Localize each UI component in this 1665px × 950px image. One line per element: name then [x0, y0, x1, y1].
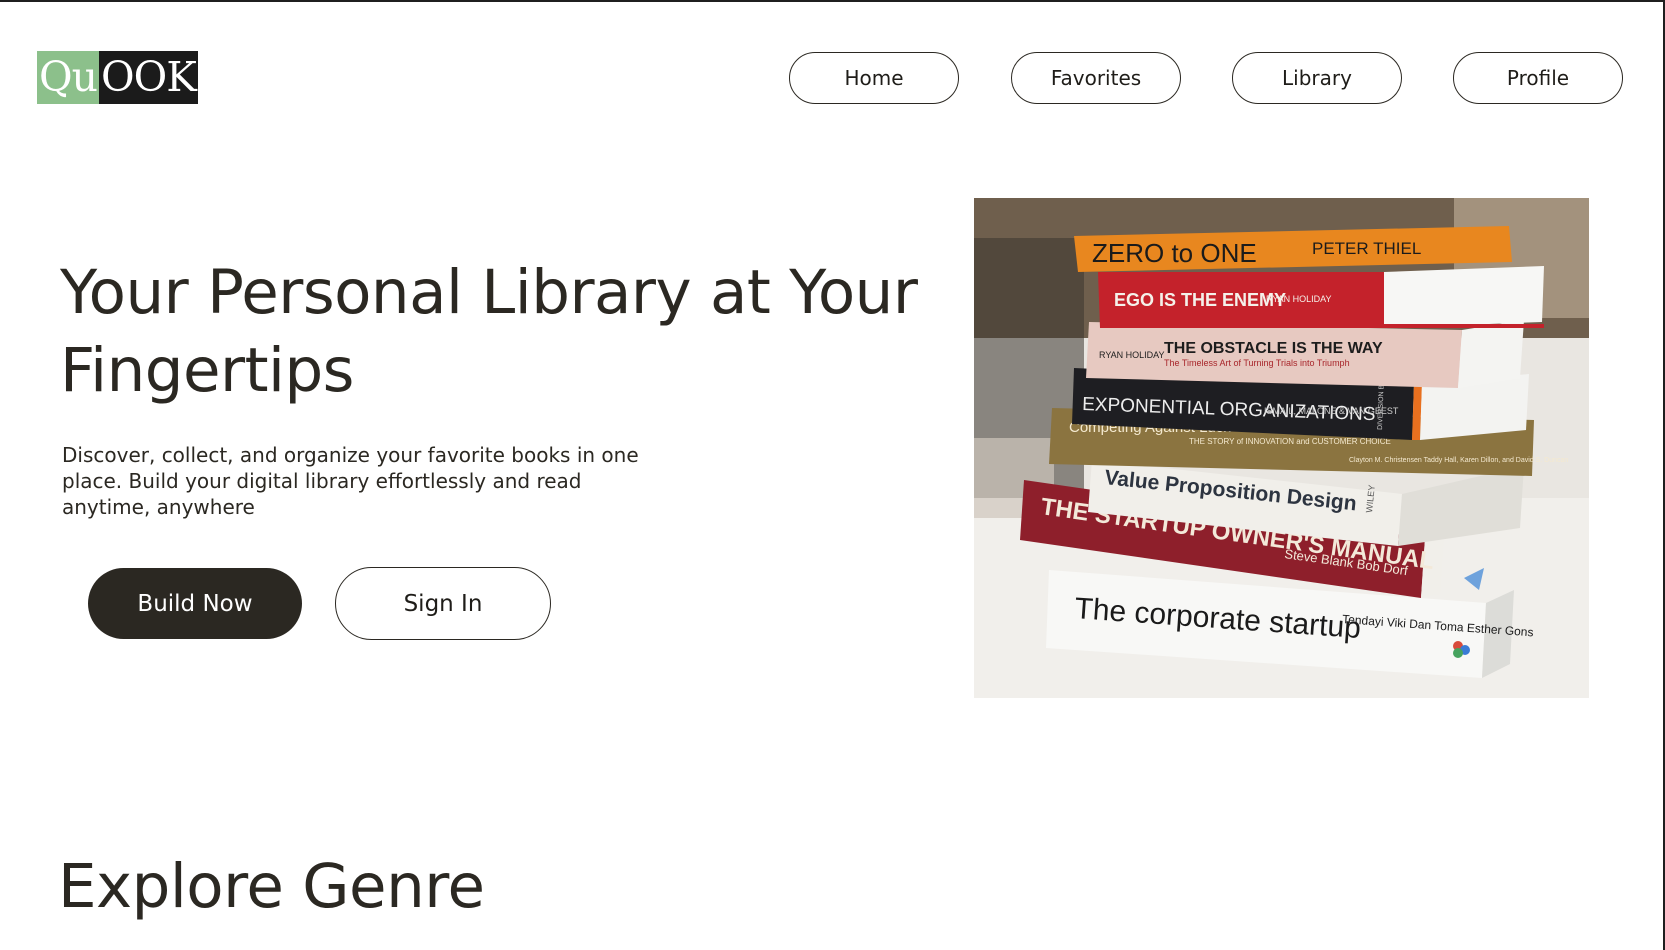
sign-in-button[interactable]: Sign In: [335, 567, 551, 640]
nav-profile-button[interactable]: Profile: [1453, 52, 1623, 104]
brand-logo[interactable]: Qu OOK: [37, 51, 198, 104]
book-1-author: PETER THIEL: [1312, 239, 1421, 258]
build-now-button[interactable]: Build Now: [88, 568, 302, 639]
book-5-subtitle: THE STORY of INNOVATION and CUSTOMER CHO…: [1189, 437, 1391, 446]
book-3-author: RYAN HOLIDAY: [1099, 350, 1165, 360]
nav-favorites-button[interactable]: Favorites: [1011, 52, 1181, 104]
book-5-author: Clayton M. Christensen Taddy Hall, Karen…: [1349, 457, 1568, 464]
logo-part-b: OOK: [99, 51, 198, 104]
hero-description: Discover, collect, and organize your fav…: [62, 443, 639, 519]
hero-title: Your Personal Library at Your Fingertips: [60, 257, 918, 406]
logo-part-a: Qu: [37, 51, 99, 104]
explore-genre-title: Explore Genre: [58, 851, 485, 922]
book-ego-is-the-enemy: EGO IS THE ENEMY RYAN HOLIDAY: [1098, 266, 1544, 328]
book-stack-illustration: The corporate startup Tendayi Viki Dan T…: [974, 198, 1589, 698]
nav-library-button[interactable]: Library: [1232, 52, 1402, 104]
book-2-author: RYAN HOLIDAY: [1266, 294, 1332, 304]
book-2-title: EGO IS THE ENEMY: [1114, 290, 1286, 310]
book-1-title: ZERO to ONE: [1092, 238, 1257, 268]
nav-home-button[interactable]: Home: [789, 52, 959, 104]
hero-books-image: The corporate startup Tendayi Viki Dan T…: [974, 198, 1589, 698]
book-3-subtitle: The Timeless Art of Turning Trials into …: [1164, 358, 1350, 368]
book-obstacle-is-the-way: THE OBSTACLE IS THE WAY The Timeless Art…: [1086, 320, 1524, 388]
book-3-title: THE OBSTACLE IS THE WAY: [1164, 340, 1383, 357]
